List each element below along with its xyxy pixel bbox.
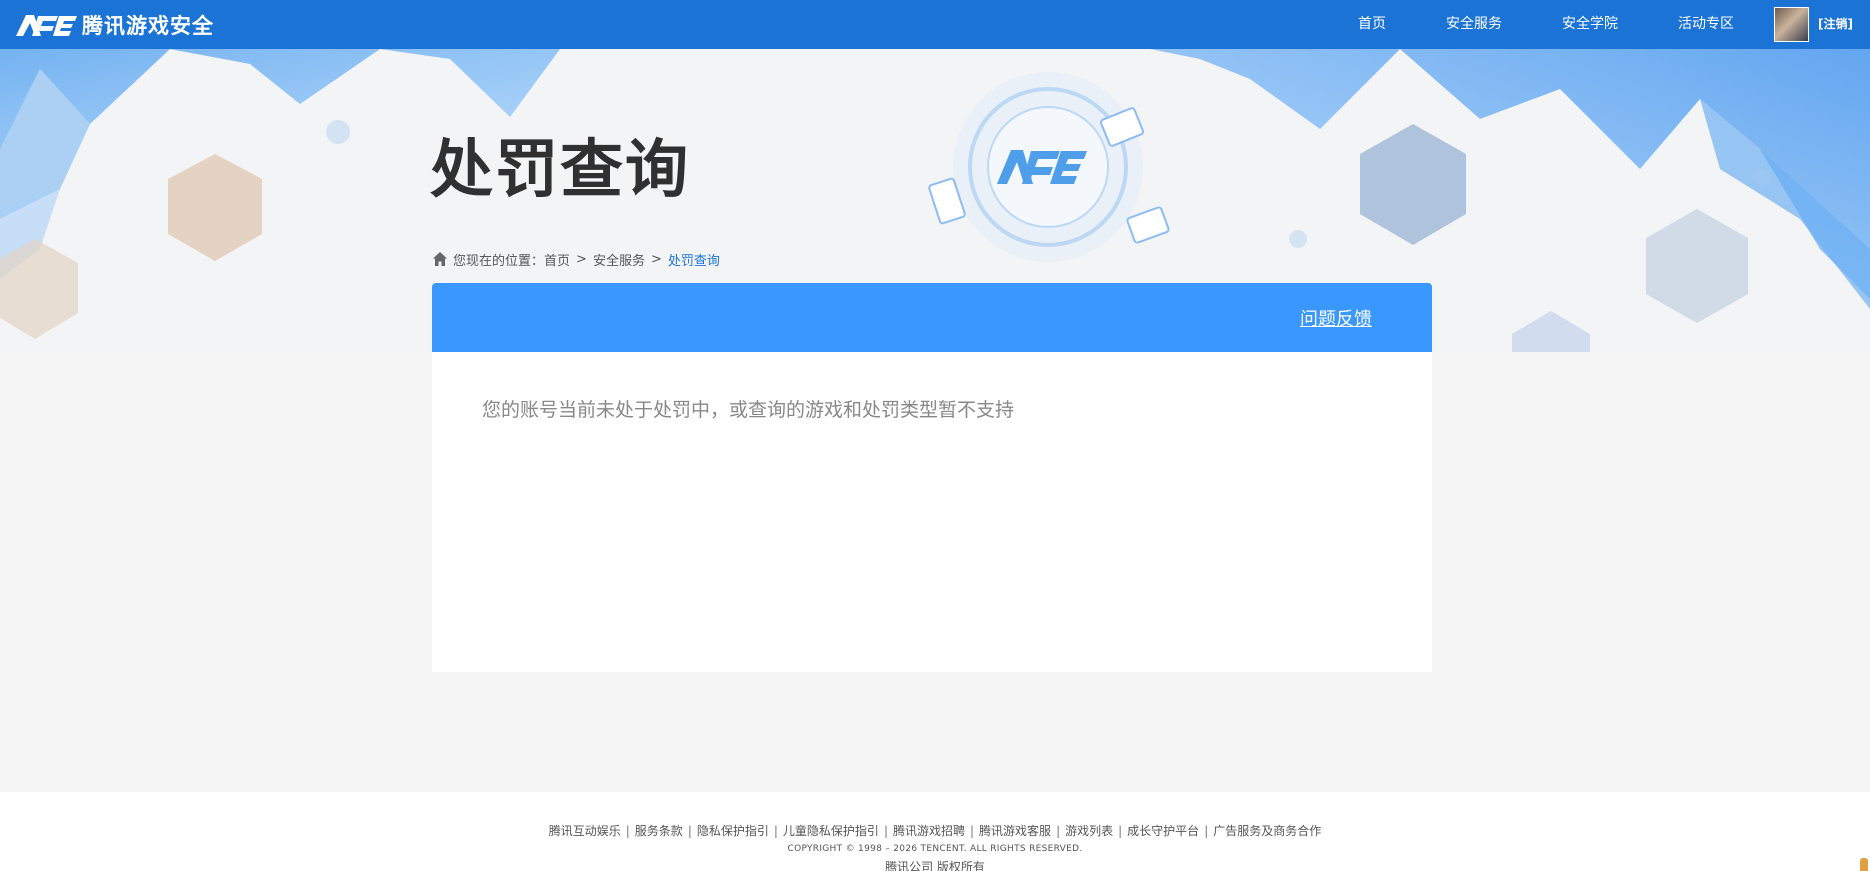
logo-text: 腾讯游戏安全 — [82, 14, 214, 38]
query-result-message: 您的账号当前未处于处罚中，或查询的游戏和处罚类型暂不支持 — [482, 399, 1015, 421]
footer-link-game-list[interactable]: 游戏列表 — [1065, 824, 1113, 838]
footer-link-support[interactable]: 腾讯游戏客服 — [979, 824, 1051, 838]
breadcrumb-home-link[interactable]: 首页 — [544, 250, 570, 269]
footer: 腾讯互动娱乐 | 服务条款 | 隐私保护指引 | 儿童隐私保护指引 | 腾讯游戏招聘 | 腾讯游戏客… — [0, 792, 1870, 871]
breadcrumb-prefix: 您现在的位置： — [453, 253, 545, 269]
logout-button[interactable]: [注销] — [1818, 0, 1853, 49]
footer-link-child-privacy[interactable]: 儿童隐私保护指引 — [783, 824, 879, 838]
footer-links: 腾讯互动娱乐 | 服务条款 | 隐私保护指引 | 儿童隐私保护指引 | 腾讯游戏招聘 | 腾讯游戏客… — [548, 824, 1322, 838]
breadcrumb-current: 处罚查询 — [667, 253, 720, 269]
nav-security-academy[interactable]: 安全学院 — [1562, 0, 1618, 49]
ace-logo[interactable]: 腾讯游戏安全 — [14, 10, 214, 40]
top-nav-bar: 腾讯游戏安全 首页 安全服务 安全学院 活动专区 [注销] — [0, 0, 1870, 49]
nav-security-service[interactable]: 安全服务 — [1446, 0, 1502, 49]
feedback-link[interactable]: 问题反馈 — [1300, 305, 1372, 331]
breadcrumb-security-service-link[interactable]: 安全服务 — [593, 250, 645, 269]
ace-logo-icon — [16, 15, 77, 36]
user-avatar[interactable] — [1774, 7, 1809, 42]
footer-link-ads-business[interactable]: 广告服务及商务合作 — [1213, 824, 1321, 838]
breadcrumb: 您现在的位置： 首页 > 安全服务 > 处罚查询 — [432, 249, 720, 269]
breadcrumb-separator: > — [576, 251, 587, 267]
panel-body: 您的账号当前未处于处罚中，或查询的游戏和处罚类型暂不支持 — [432, 352, 1432, 672]
scroll-handle[interactable] — [1860, 858, 1868, 871]
nav-activity-zone[interactable]: 活动专区 — [1678, 0, 1734, 49]
footer-link-growth-guard[interactable]: 成长守护平台 — [1127, 824, 1199, 838]
footer-link-careers[interactable]: 腾讯游戏招聘 — [893, 824, 965, 838]
footer-link-privacy[interactable]: 隐私保护指引 — [697, 824, 769, 838]
footer-link-terms[interactable]: 服务条款 — [635, 824, 683, 838]
footer-link-tencent-ent[interactable]: 腾讯互动娱乐 — [549, 824, 621, 838]
copyright: COPYRIGHT © 1998 – 2026 TENCENT. ALL RIG… — [787, 844, 1083, 854]
nav-home[interactable]: 首页 — [1358, 0, 1386, 49]
company-rights: 腾讯公司 版权所有 — [885, 860, 985, 871]
panel-header: 问题反馈 — [432, 283, 1432, 352]
breadcrumb-separator: > — [650, 251, 662, 267]
page-title: 处罚查询 — [430, 133, 690, 206]
home-icon — [433, 252, 447, 266]
